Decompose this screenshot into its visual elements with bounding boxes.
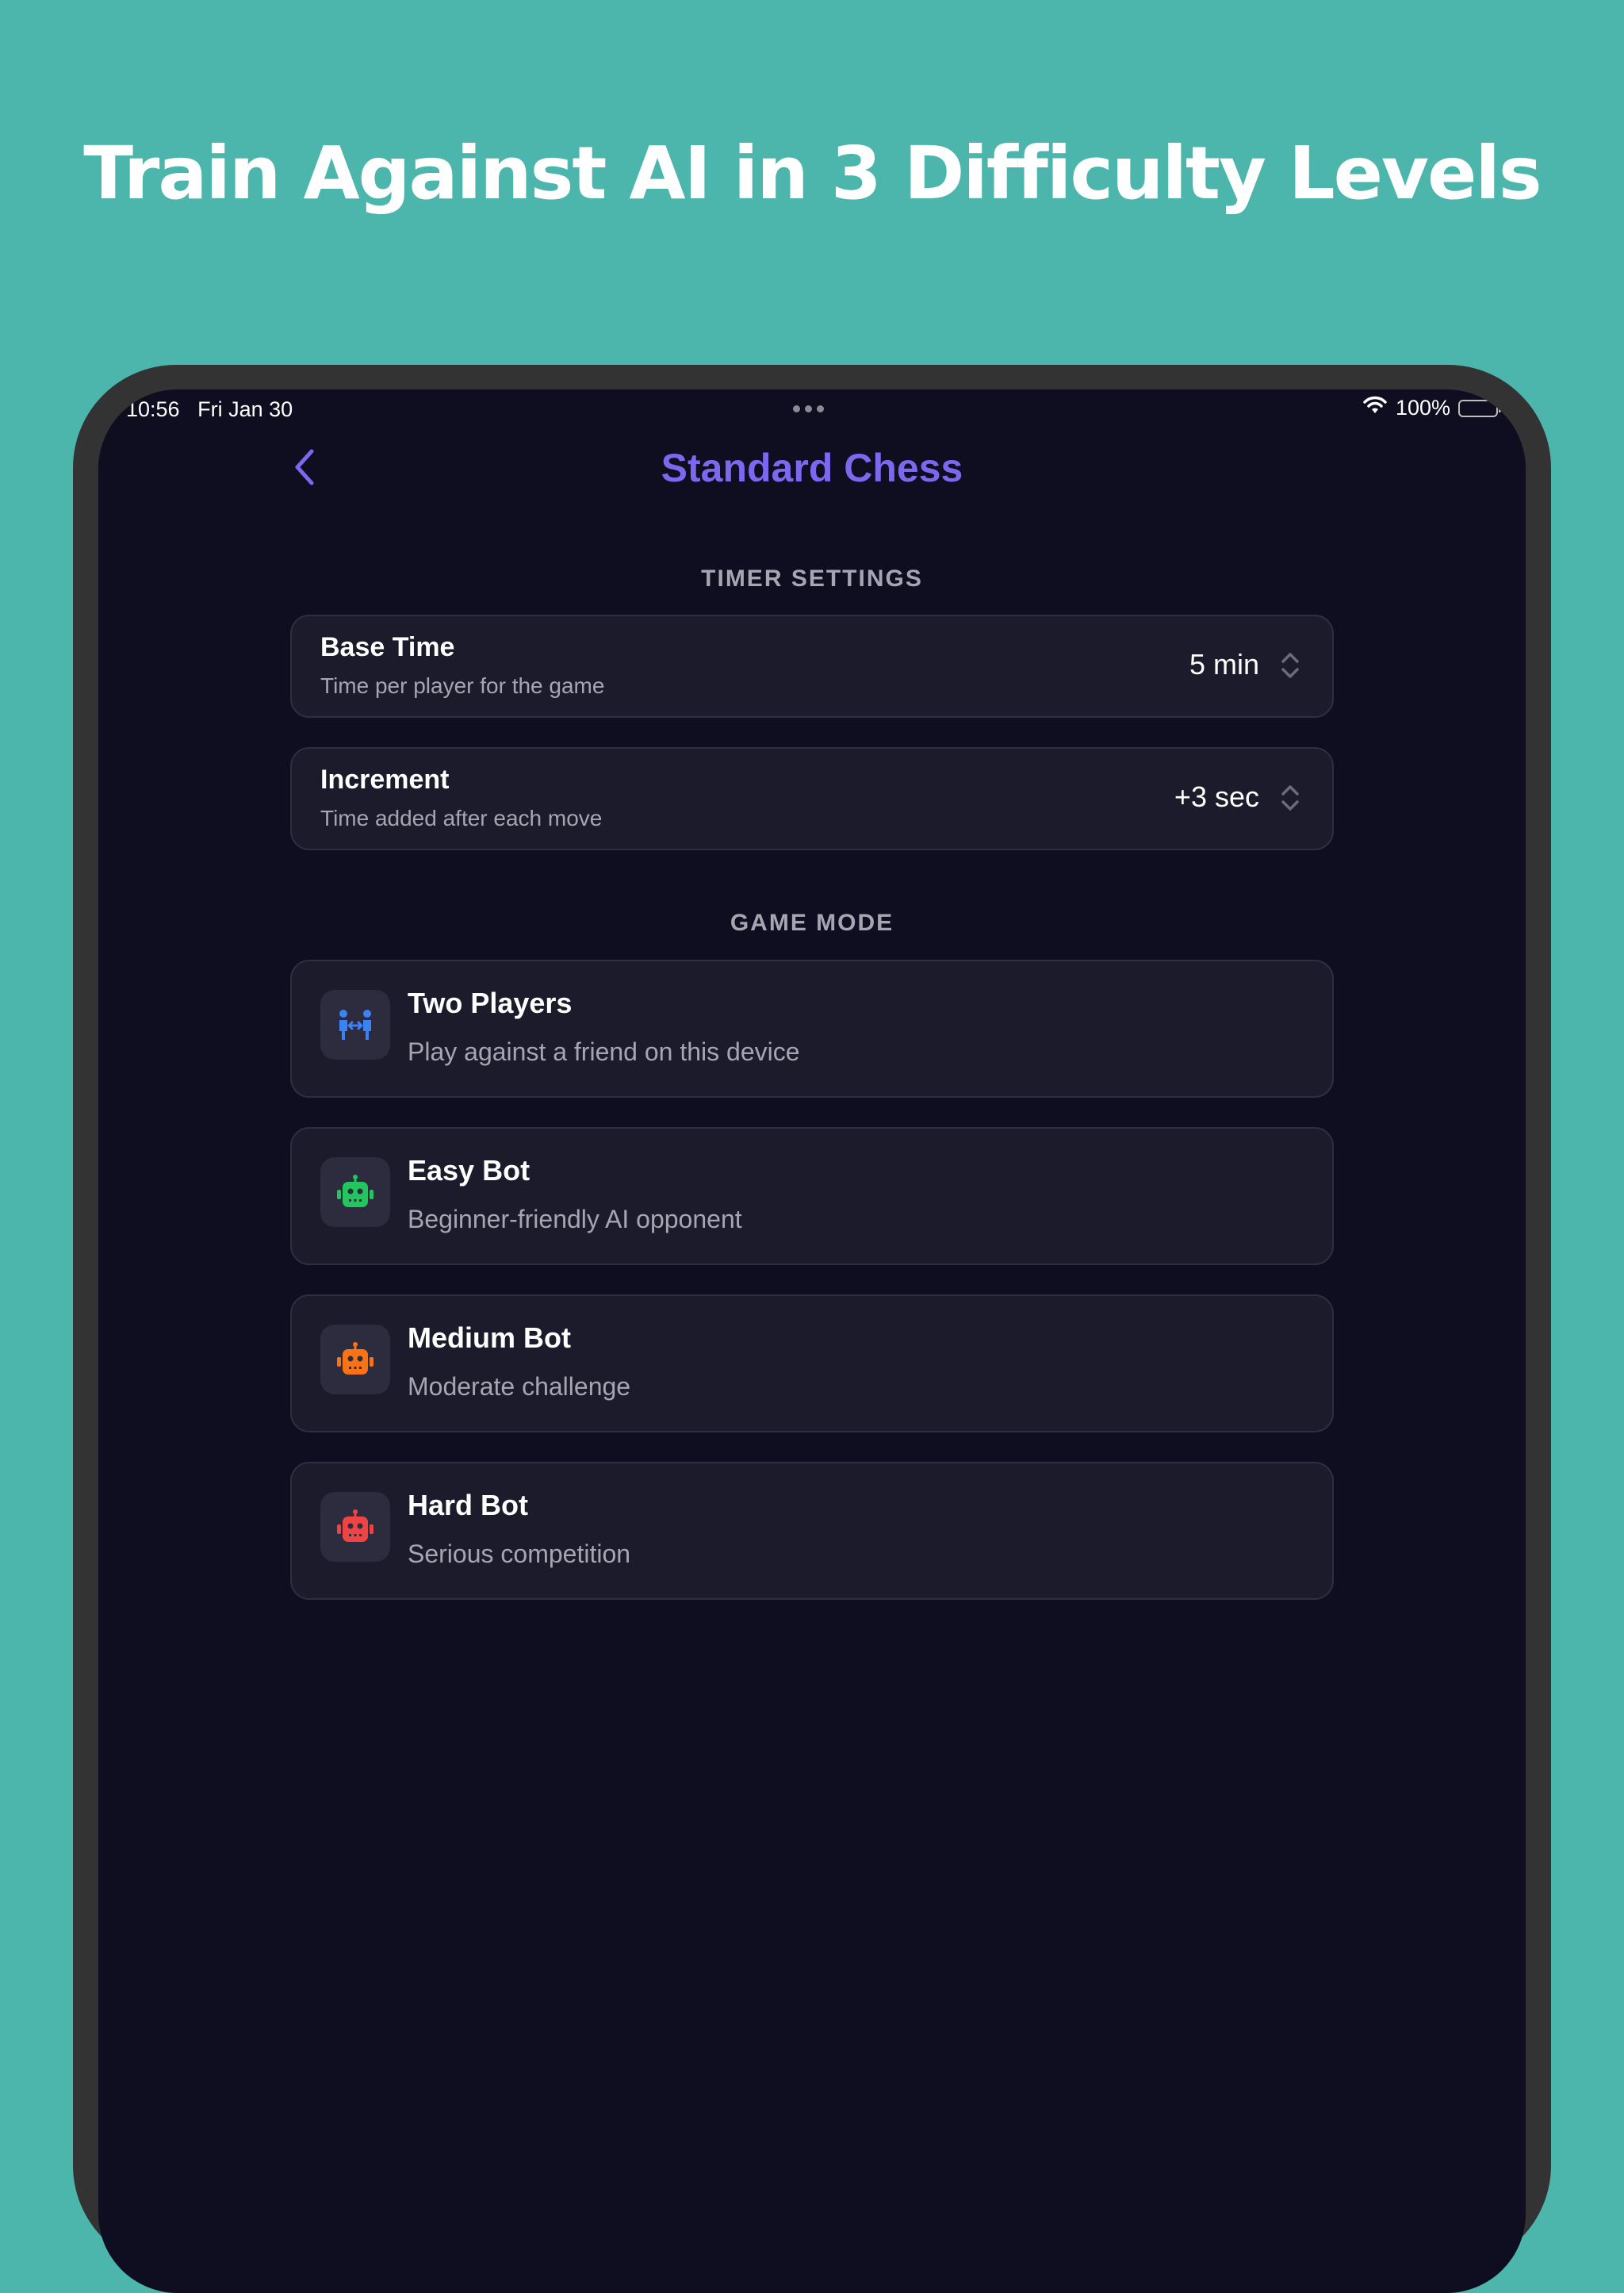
increment-title: Increment [320, 765, 450, 795]
increment-subtitle: Time added after each move [320, 806, 603, 830]
wifi-icon [1362, 396, 1388, 420]
status-time: 10:56 [126, 397, 180, 421]
mode-hard-bot[interactable]: Hard Bot Serious competition [290, 1462, 1334, 1600]
mode-easy-bot[interactable]: Easy Bot Beginner-friendly AI opponent [290, 1127, 1334, 1265]
mode-subtitle: Serious competition [408, 1540, 631, 1568]
base-time-value[interactable]: 5 min [1189, 648, 1259, 681]
mode-title: Two Players [408, 987, 573, 1019]
robot-icon [320, 1157, 390, 1227]
mode-two-players[interactable]: Two Players Play against a friend on thi… [290, 960, 1334, 1098]
status-date: Fri Jan 30 [197, 397, 293, 421]
battery-percent: 100% [1395, 396, 1450, 420]
mode-subtitle: Moderate challenge [408, 1372, 631, 1401]
page-title: Standard Chess [661, 446, 963, 490]
mode-title: Easy Bot [408, 1154, 530, 1187]
increment-value[interactable]: +3 sec [1174, 780, 1259, 814]
status-bar-time: 10:56 Fri Jan 30 [126, 397, 293, 422]
mode-title: Medium Bot [408, 1321, 571, 1354]
multitasking-dots-icon[interactable] [793, 405, 824, 412]
timer-settings-header: TIMER SETTINGS [701, 566, 923, 592]
status-bar-right: 100% [1362, 396, 1501, 420]
base-time-subtitle: Time per player for the game [320, 673, 605, 698]
mode-subtitle: Beginner-friendly AI opponent [408, 1205, 742, 1233]
app-screen: 10:56 Fri Jan 30 100% Standard Chess TIM… [98, 389, 1526, 2293]
game-mode-header: GAME MODE [730, 910, 894, 936]
robot-icon [320, 1325, 390, 1394]
chevron-up-down-icon[interactable] [1280, 650, 1300, 681]
base-time-row[interactable]: Base Time Time per player for the game 5… [290, 615, 1334, 718]
two-players-icon [320, 990, 390, 1060]
battery-full-icon [1458, 399, 1501, 417]
mode-medium-bot[interactable]: Medium Bot Moderate challenge [290, 1294, 1334, 1432]
robot-icon [320, 1492, 390, 1562]
increment-row[interactable]: Increment Time added after each move +3 … [290, 747, 1334, 850]
promo-headline: Train Against AI in 3 Difficulty Levels [83, 131, 1542, 216]
chevron-up-down-icon[interactable] [1280, 782, 1300, 814]
mode-title: Hard Bot [408, 1489, 528, 1521]
mode-subtitle: Play against a friend on this device [408, 1037, 800, 1066]
base-time-title: Base Time [320, 632, 455, 662]
